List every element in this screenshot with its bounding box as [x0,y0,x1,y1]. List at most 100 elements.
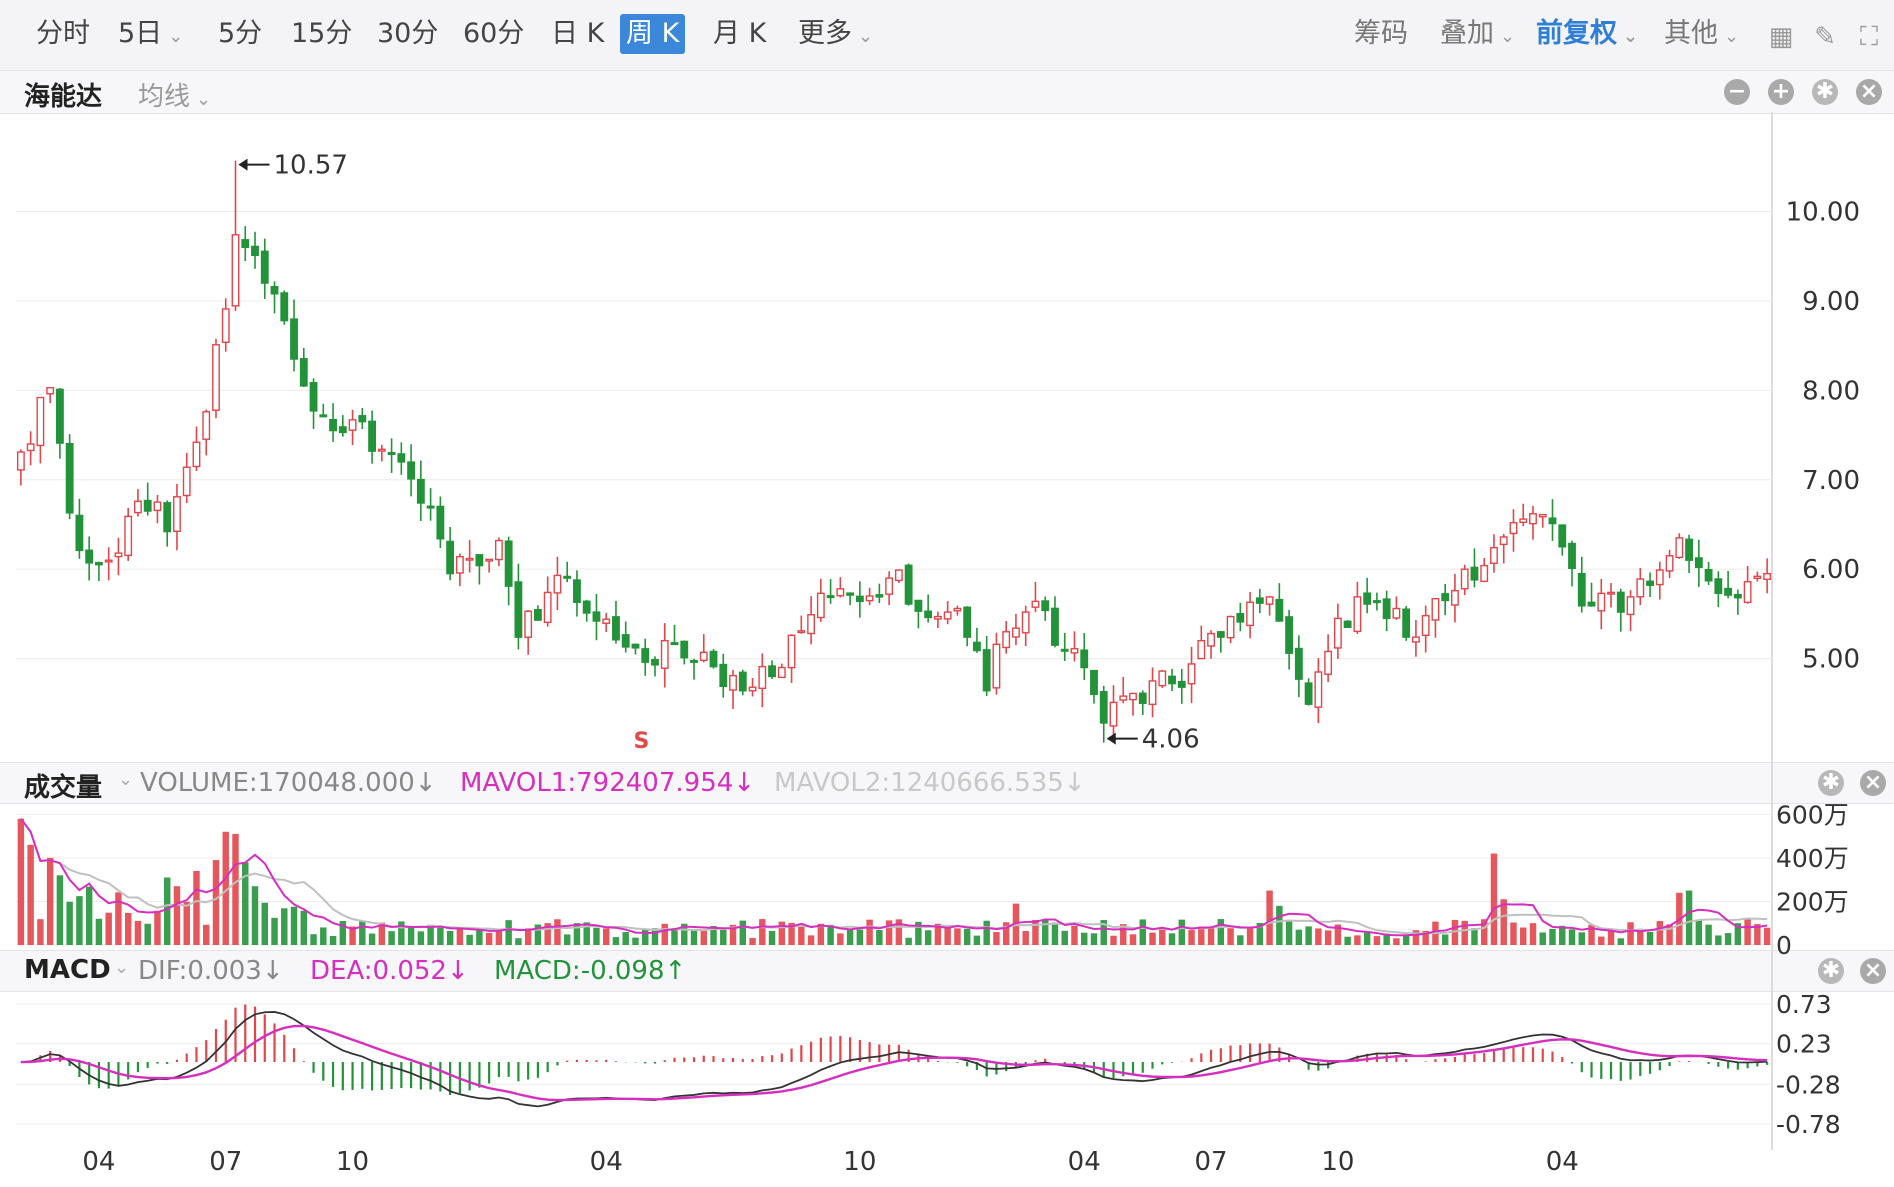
gear-icon[interactable]: ✱ [1818,958,1844,984]
candle-body [602,618,611,624]
other-button[interactable]: 其他 ⌄ [1664,14,1739,54]
gear-icon[interactable]: ✱ [1818,770,1844,796]
volume-bar [632,937,639,945]
chips-button[interactable]: 筹码 [1354,14,1408,54]
tab-60min[interactable]: 60分 [457,14,530,54]
fullscreen-icon[interactable]: ⛶ [1854,22,1884,52]
volume-bar [456,927,464,945]
candle-body [1382,598,1391,620]
zoom-in-icon[interactable]: + [1768,79,1794,105]
candle-body [963,606,972,638]
volume-bar [1402,935,1410,945]
volume-bar [739,920,747,945]
volume-bar [1022,931,1029,945]
volume-bar [807,935,815,945]
volume-bar [554,919,561,945]
candle-body [1129,692,1137,701]
gear-icon[interactable]: ✱ [1812,79,1838,105]
forward-adjust-button[interactable]: 前复权 ⌄ [1536,14,1638,54]
tab-5min[interactable]: 5分 [212,14,268,54]
tab-more[interactable]: 更多 ⌄ [792,14,879,54]
volume-tick-label: 400万 [1776,844,1849,873]
candle-body [729,674,737,691]
close-icon[interactable]: × [1856,79,1882,105]
price-tick-label: 6.00 [1802,555,1860,585]
candle-body [202,411,211,440]
chevron-down-icon[interactable]: ⌄ [118,769,133,790]
candle-body [1343,620,1352,628]
volume-bar [349,926,356,945]
volume-bar [134,920,142,945]
volume-bar [388,931,395,945]
tab-fenshi[interactable]: 分时 [30,14,96,54]
volume-bar [1617,938,1625,945]
volume-bar [1656,921,1664,945]
tab-15min[interactable]: 15分 [285,14,358,54]
candle-body [1743,580,1752,604]
zoom-out-icon[interactable]: − [1724,79,1750,105]
close-icon[interactable]: × [1860,958,1886,984]
volume-bar [1198,926,1205,945]
candle-body [1587,601,1596,607]
candle-body [1324,650,1333,675]
volume-bar [1705,924,1712,945]
candle-body [894,569,903,582]
volume-bar [681,923,688,945]
candle-body [797,630,806,634]
candle-body [446,540,455,575]
candle-body [1753,575,1762,579]
candle-body [904,564,913,605]
tab-weekly-k[interactable]: 周 K [620,14,686,54]
candle-body [1226,615,1235,639]
volume-bar [563,934,571,945]
candle-body [992,643,1001,689]
volume-bar [1461,920,1468,945]
volume-bar [261,902,268,945]
volume-bar [1676,892,1683,945]
volume-bar [700,930,707,945]
overlay-button[interactable]: 叠加 ⌄ [1440,14,1515,54]
draw-pen-icon[interactable]: ✎ [1810,22,1840,52]
candle-body [1431,597,1440,621]
x-tick-label: 07 [1195,1147,1228,1177]
volume-bar [1100,920,1107,945]
chevron-down-icon: ⌄ [1724,26,1740,47]
macd-value: MACD:-0.098↑ [494,956,687,986]
volume-bar [759,919,766,945]
chevron-down-icon: ⌄ [1623,26,1639,47]
volume-bar [281,908,288,945]
table-icon[interactable]: ▦ [1766,22,1796,52]
candle-body [1177,680,1186,688]
volume-bar [1754,924,1761,945]
chevron-down-icon[interactable]: ⌄ [114,957,129,978]
candle-body [85,549,94,564]
candle-body [182,466,191,497]
volume-bar [154,910,161,945]
candle-body [1665,555,1674,572]
candle-body [1021,611,1030,634]
volume-bar [993,932,1000,945]
candle-body [1109,701,1118,727]
tab-5day-label: 5日 [118,18,163,49]
weekly-k-chart: 10.00 9.00 8.00 7.00 6.00 5.00 10.57 4.06 S 600万 4… [16,112,1860,1177]
volume-bar [251,886,259,945]
volume-bar [1217,919,1225,945]
candle-body [621,634,630,648]
ma-selector[interactable]: 均线 ⌄ [138,76,211,113]
candle-body [933,615,942,620]
volume-bar [203,924,210,945]
tab-daily-k[interactable]: 日 K [545,14,610,54]
candle-body [55,388,64,444]
close-icon[interactable]: × [1860,770,1886,796]
volume-bar [768,930,776,945]
volume-bar [437,927,444,945]
tab-30min[interactable]: 30分 [371,14,444,54]
volume-bar [1715,935,1722,945]
tab-5day[interactable]: 5日 ⌄ [112,14,189,54]
tab-monthly-k[interactable]: 月 K [707,14,772,54]
volume-bar [827,924,834,945]
candle-body [826,595,835,599]
candle-body [1304,682,1313,705]
candle-body [1675,537,1684,559]
candle-body [524,610,533,638]
